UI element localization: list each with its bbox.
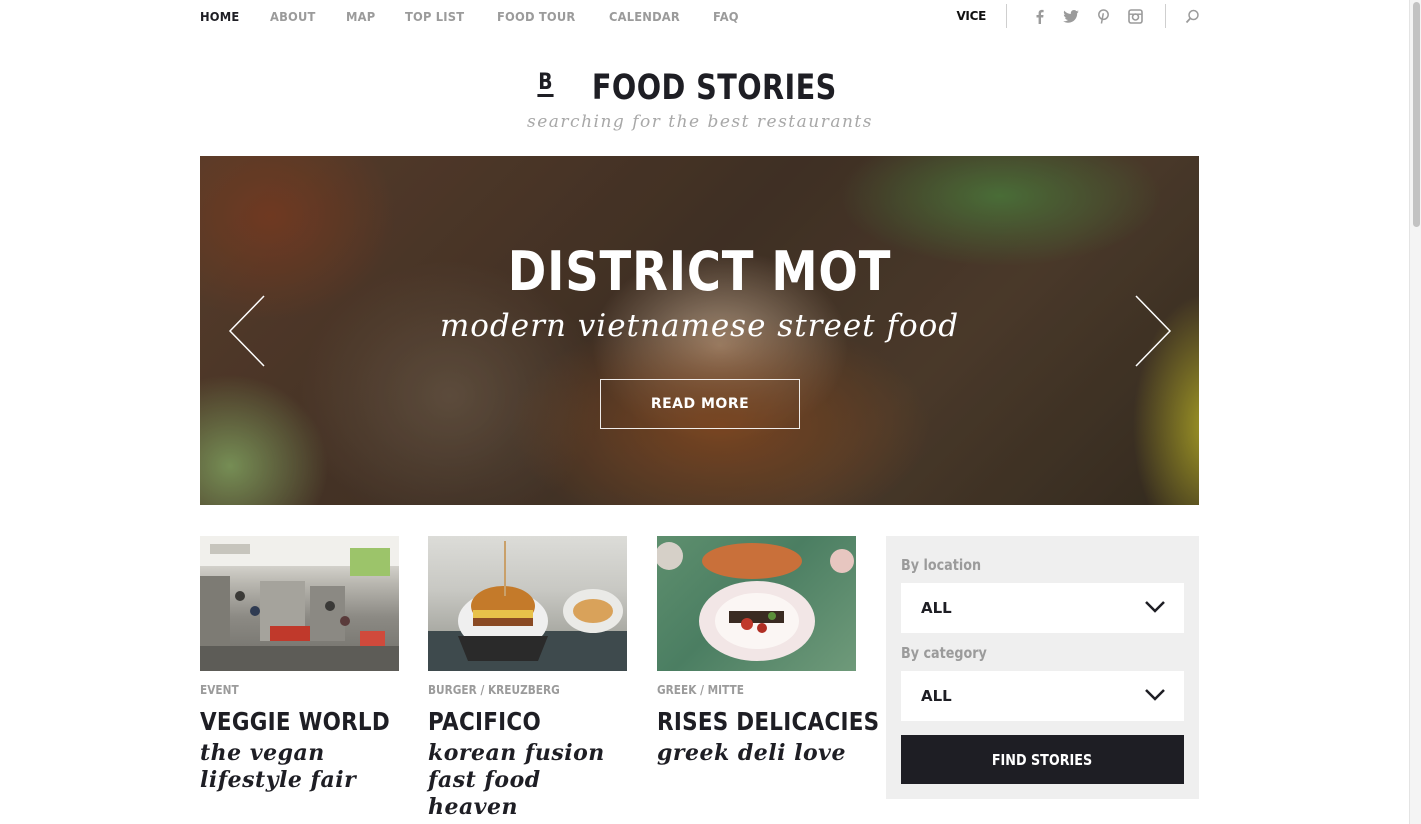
story-subtitle-line: fast food heaven bbox=[428, 767, 541, 820]
top-navigation: HOME ABOUT MAP TOP LIST FOOD TOUR CALEND… bbox=[200, 0, 1200, 34]
brand-tagline: searching for the best restaurants bbox=[527, 112, 873, 132]
hero-slider: DISTRICT MOT modern vietnamese street fo… bbox=[200, 156, 1199, 505]
scrollbar-thumb[interactable] bbox=[1413, 2, 1420, 227]
nav-link-home[interactable]: HOME bbox=[200, 9, 239, 24]
find-stories-label: FIND STORIES bbox=[992, 750, 1093, 769]
hero-content: DISTRICT MOT modern vietnamese street fo… bbox=[200, 156, 1199, 505]
story-subtitle: the vegan lifestyle fair bbox=[200, 740, 399, 794]
story-category: GREEK / MITTE bbox=[657, 683, 744, 697]
read-more-button[interactable]: READ MORE bbox=[600, 379, 800, 429]
nav-link-about[interactable]: ABOUT bbox=[270, 9, 316, 24]
vice-logo[interactable]: VICE bbox=[956, 9, 986, 23]
nav-link-faq[interactable]: FAQ bbox=[713, 9, 739, 24]
twitter-icon[interactable] bbox=[1055, 4, 1087, 28]
page-scrollbar[interactable] bbox=[1409, 0, 1421, 824]
nav-link-food-tour[interactable]: FOOD TOUR bbox=[497, 9, 575, 24]
chevron-left-icon[interactable] bbox=[228, 294, 268, 368]
story-image[interactable] bbox=[200, 536, 399, 671]
story-image[interactable] bbox=[657, 536, 856, 671]
search-icon[interactable] bbox=[1166, 4, 1200, 28]
hero-title: DISTRICT MOT bbox=[507, 240, 892, 303]
brand-name: FOOD STORIES bbox=[591, 68, 837, 108]
location-label: By location bbox=[901, 556, 982, 574]
category-select[interactable]: ALL bbox=[901, 671, 1184, 721]
story-category: BURGER / KREUZBERG bbox=[428, 683, 560, 697]
story-subtitle-line: greek deli love bbox=[657, 740, 846, 766]
story-subtitle-line: the vegan bbox=[200, 740, 325, 766]
nav-link-map[interactable]: MAP bbox=[346, 9, 375, 24]
story-card[interactable]: BURGER / KREUZBERG PACIFICO korean fusio… bbox=[428, 536, 627, 821]
site-brand: B FOOD STORIES searching for the best re… bbox=[0, 68, 1400, 132]
brand-mark: B bbox=[537, 69, 554, 97]
chevron-down-icon bbox=[1144, 600, 1166, 619]
chevron-right-icon[interactable] bbox=[1132, 294, 1172, 368]
story-image[interactable] bbox=[428, 536, 627, 671]
find-stories-button[interactable]: FIND STORIES bbox=[901, 735, 1184, 784]
site-logo[interactable]: B FOOD STORIES bbox=[536, 68, 863, 108]
social-links bbox=[1007, 4, 1165, 28]
story-category: EVENT bbox=[200, 683, 239, 697]
story-card[interactable]: GREEK / MITTE RISES DELICACIES greek del… bbox=[657, 536, 879, 767]
story-subtitle: greek deli love bbox=[657, 740, 856, 767]
hero-subtitle: modern vietnamese street food bbox=[439, 308, 960, 344]
nav-link-calendar[interactable]: CALENDAR bbox=[609, 9, 680, 24]
nav-right: VICE bbox=[956, 4, 1200, 28]
location-select[interactable]: ALL bbox=[901, 583, 1184, 633]
story-filter-panel: By location ALL By category ALL FIND STO… bbox=[886, 536, 1199, 799]
location-select-value: ALL bbox=[921, 599, 952, 617]
nav-links: HOME ABOUT MAP TOP LIST FOOD TOUR CALEND… bbox=[200, 9, 768, 24]
story-title[interactable]: RISES DELICACIES bbox=[657, 707, 879, 736]
category-select-value: ALL bbox=[921, 687, 952, 705]
vice-logo-text: VICE bbox=[956, 9, 986, 23]
chevron-down-icon bbox=[1144, 688, 1166, 707]
story-subtitle-line: korean fusion bbox=[428, 740, 605, 766]
instagram-icon[interactable] bbox=[1119, 4, 1151, 28]
story-subtitle-line: lifestyle fair bbox=[200, 767, 357, 793]
category-label: By category bbox=[901, 644, 987, 662]
story-subtitle: korean fusion fast food heaven bbox=[428, 740, 627, 821]
facebook-icon[interactable] bbox=[1023, 4, 1055, 28]
story-title[interactable]: VEGGIE WORLD bbox=[200, 707, 390, 736]
story-card[interactable]: EVENT VEGGIE WORLD the vegan lifestyle f… bbox=[200, 536, 399, 794]
nav-link-top-list[interactable]: TOP LIST bbox=[405, 9, 464, 24]
story-title[interactable]: PACIFICO bbox=[428, 707, 599, 736]
pinterest-icon[interactable] bbox=[1087, 4, 1119, 28]
